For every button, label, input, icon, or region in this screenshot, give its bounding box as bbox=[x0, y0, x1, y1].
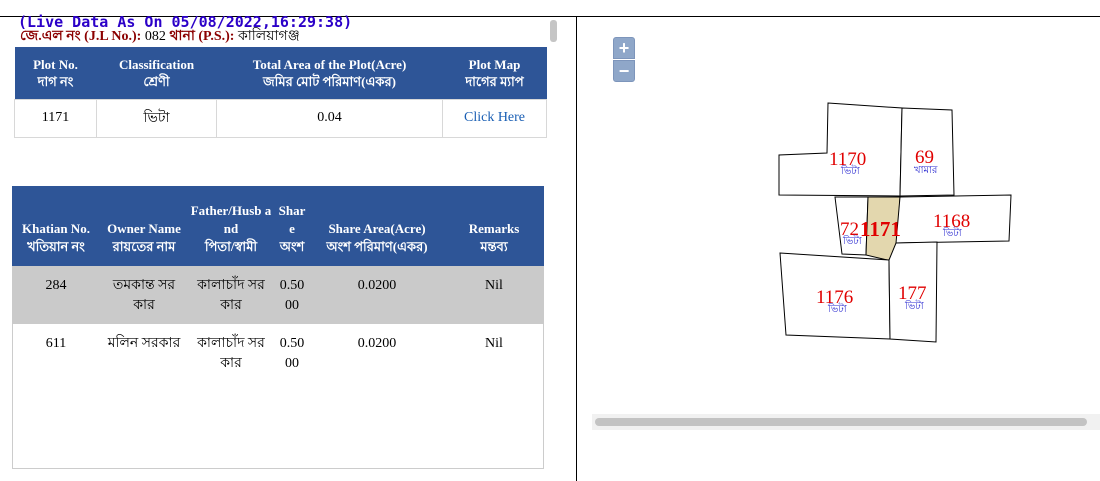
parcel-label-1171: 1171 bbox=[860, 217, 901, 241]
total-area-cell: 0.04 bbox=[216, 98, 443, 138]
header-plot-no: Plot No. দাগ নং bbox=[14, 47, 97, 99]
header-share-area: Share Area(Acre) অংশ পরিমাণ(একর) bbox=[310, 186, 444, 266]
horizontal-scrollbar-thumb[interactable] bbox=[595, 418, 1087, 426]
father-cell: কালাচাঁদ সরকার bbox=[197, 336, 265, 371]
father-cell: কালাচাঁদ সরকার bbox=[188, 266, 274, 324]
khatian-cell: 284 bbox=[12, 266, 100, 324]
header-remarks: Remarks মন্তব্য bbox=[444, 186, 544, 266]
jl-label: জে.এল নং (J.L No.): bbox=[20, 29, 142, 44]
plot-details-table: Plot No. দাগ নং Classification শ্রেণী Tota… bbox=[14, 47, 547, 138]
zoom-in-button[interactable]: + bbox=[613, 37, 635, 59]
parcel-type-177: ভিটা bbox=[904, 299, 925, 312]
ps-label: থানা (P.S.): bbox=[169, 29, 235, 44]
vertical-scrollbar[interactable] bbox=[550, 20, 557, 42]
table-row: 611 মলিন সরকার কালাচাঁদ সরকার 0.5000 0.0… bbox=[12, 324, 544, 382]
share-area-cell: 0.0200 bbox=[310, 266, 444, 324]
zoom-out-button[interactable]: − bbox=[613, 60, 635, 82]
classification-cell: ভিটা bbox=[96, 98, 217, 138]
ps-value: কালিয়াগঞ্জ bbox=[237, 29, 300, 44]
owner-cell: মলিন সরকার bbox=[107, 336, 181, 351]
table-row: 1171 ভিটা 0.04 Click Here bbox=[14, 98, 547, 138]
parcel-type-1168: ভিটা bbox=[942, 226, 963, 239]
plot-map[interactable]: 1170 ভিটা 69 খামার 72 ভিটা 1171 1168 ভিট… bbox=[577, 17, 1100, 412]
parcel-type-1170: ভিটা bbox=[840, 164, 861, 177]
jl-value: 082 bbox=[144, 29, 166, 44]
owner-cell: তমকান্ত সরকার bbox=[100, 266, 188, 324]
header-classification: Classification শ্রেণী bbox=[96, 47, 217, 99]
table-row: 284 তমকান্ত সরকার কালাচাঁদ সরকার 0.5000 … bbox=[12, 266, 544, 324]
header-share: Share অংশ bbox=[274, 186, 310, 266]
header-khatian-no: Khatian No. খতিয়ান নং bbox=[12, 186, 100, 266]
remarks-cell: Nil bbox=[485, 336, 503, 351]
jl-ps-line: জে.এল নং (J.L No.): 082 থানা (P.S.): কাল… bbox=[20, 29, 300, 45]
share-area-cell: 0.0200 bbox=[357, 336, 397, 351]
remarks-cell: Nil bbox=[444, 266, 544, 324]
plot-table-header-row: Plot No. দাগ নং Classification শ্রেণী Tota… bbox=[14, 47, 547, 99]
plot-no-cell: 1171 bbox=[14, 98, 97, 138]
share-cell: 0.5000 bbox=[279, 336, 305, 371]
header-total-area: Total Area of the Plot(Acre) জমির মোট পরি… bbox=[216, 47, 443, 99]
khatian-cell: 611 bbox=[45, 336, 67, 351]
owner-table-header-row: Khatian No. খতিয়ান নং Owner Name রায়তের … bbox=[12, 186, 544, 266]
parcel-type-1176: ভিটা bbox=[827, 302, 848, 315]
header-plot-map: Plot Map দাগের ম্যাপ bbox=[442, 47, 547, 99]
owner-details-table: Khatian No. খতিয়ান নং Owner Name রায়তের … bbox=[12, 186, 544, 382]
plot-map-link[interactable]: Click Here bbox=[464, 110, 525, 125]
header-owner-name: Owner Name রায়তের নাম bbox=[100, 186, 188, 266]
parcel-type-69: খামার bbox=[914, 165, 938, 176]
header-father-husband: Father/Husb and পিতা/স্বামী bbox=[188, 186, 274, 266]
plot-map-cell: Click Here bbox=[442, 98, 547, 138]
share-cell: 0.5000 bbox=[274, 266, 310, 324]
